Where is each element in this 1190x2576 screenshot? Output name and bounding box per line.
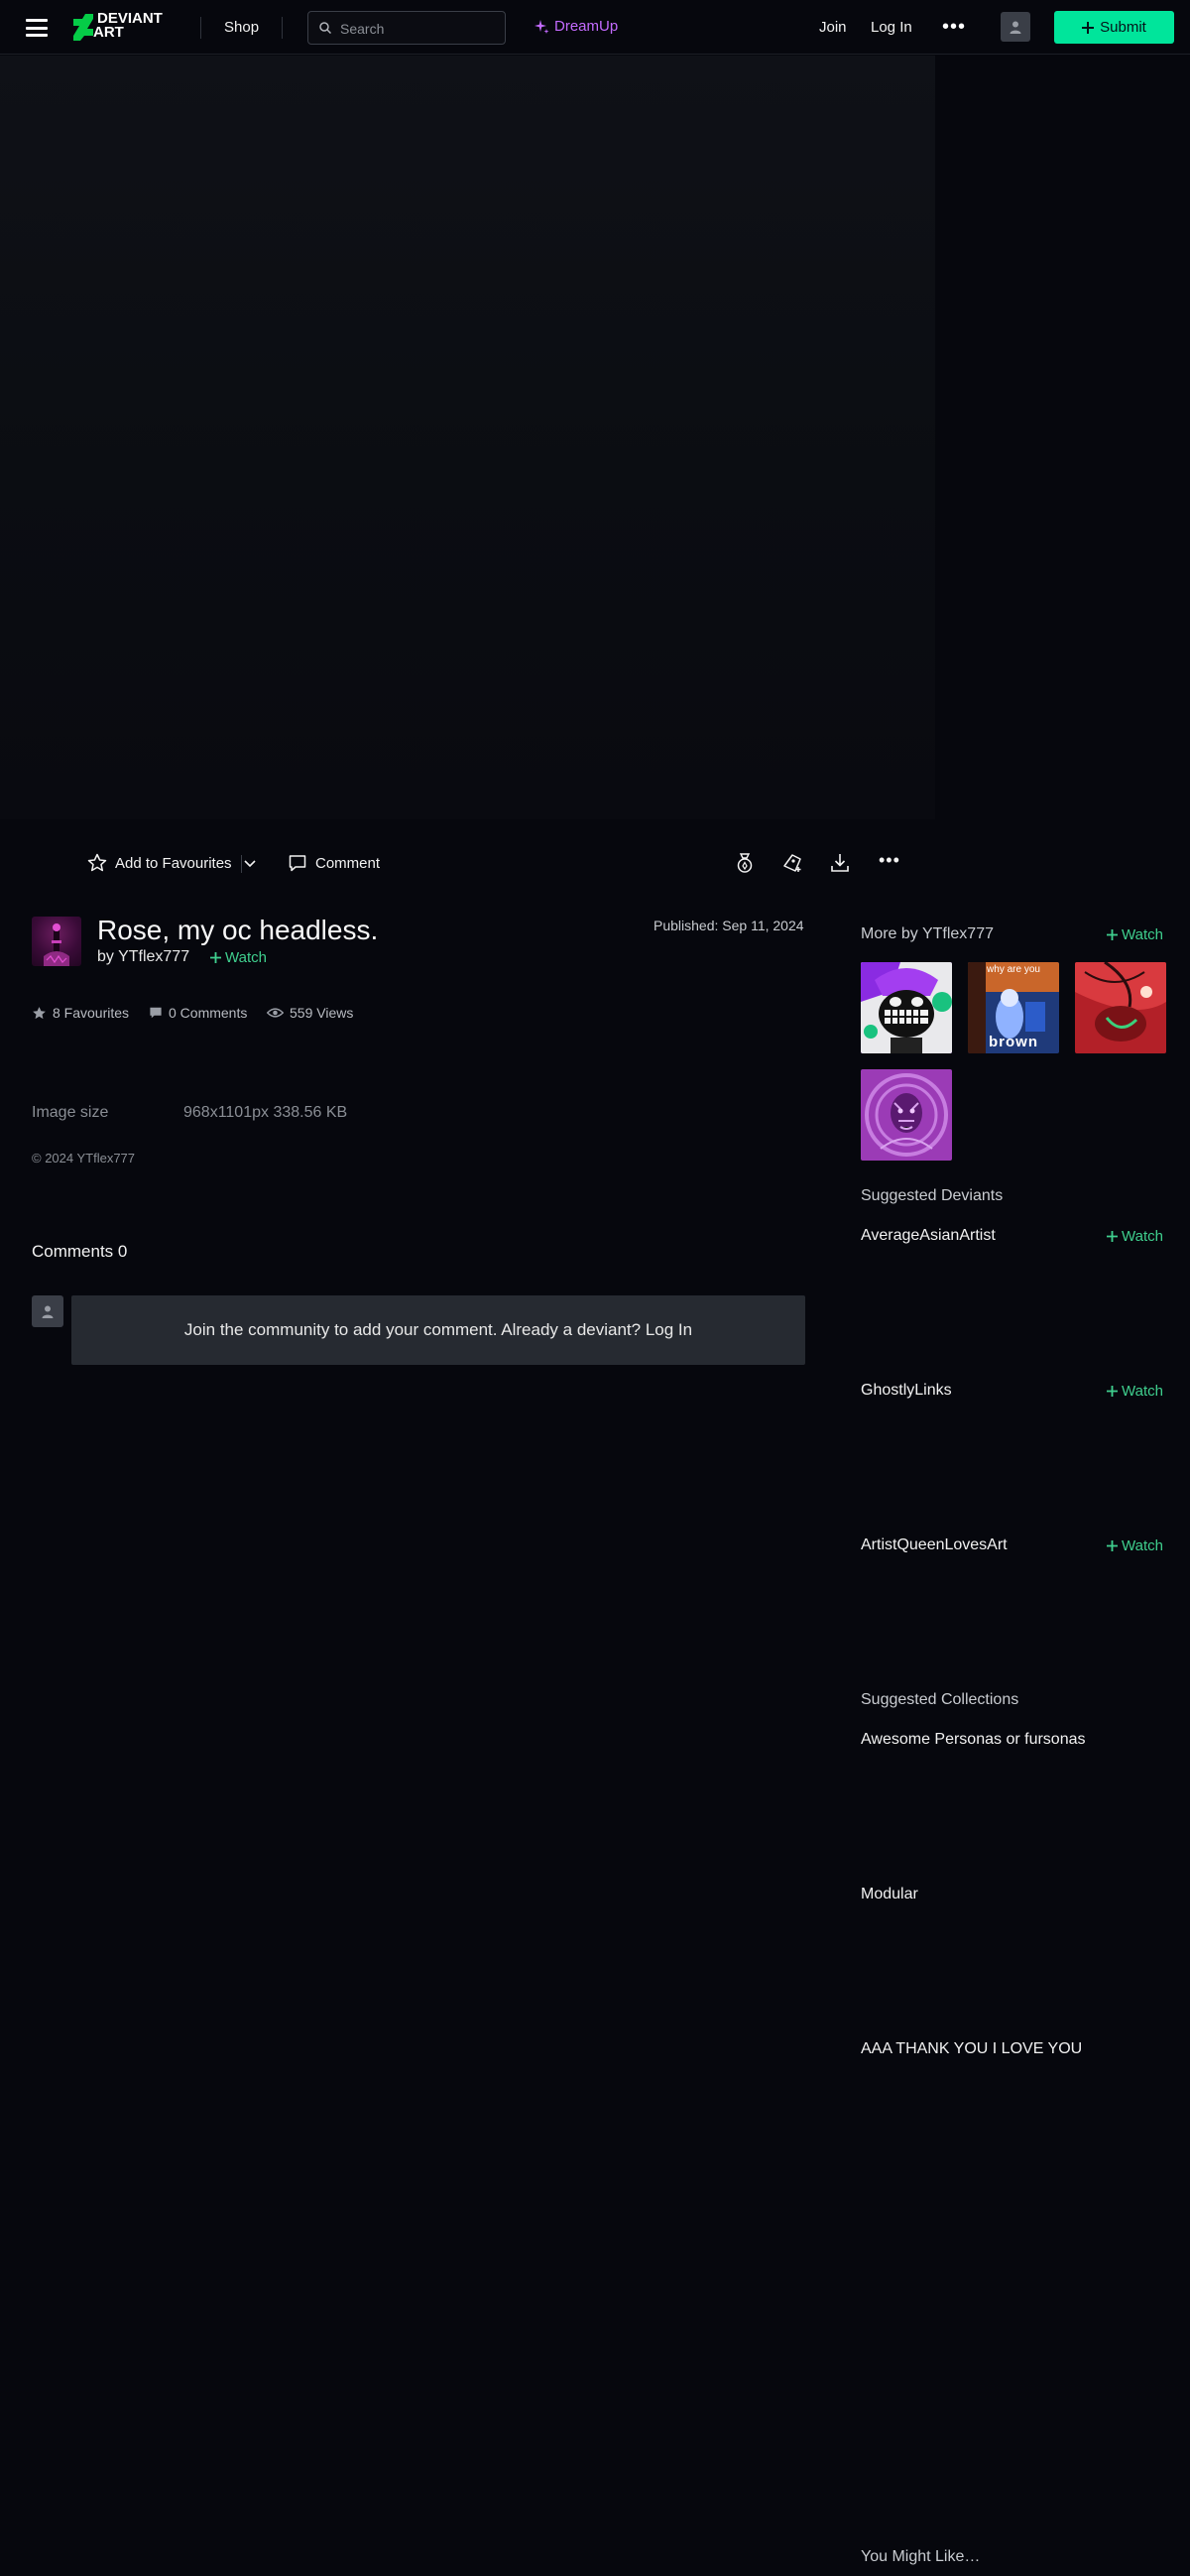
suggested-deviant-name[interactable]: AverageAsianArtist: [861, 1227, 996, 1245]
favourites-dropdown-button[interactable]: [242, 855, 258, 871]
views-count: 559 Views: [267, 1005, 353, 1021]
join-link[interactable]: Join: [819, 19, 847, 36]
author-link[interactable]: YTflex777: [118, 948, 189, 965]
thumbnail-text-top: why are you: [987, 964, 1040, 975]
nav-divider: [282, 17, 283, 39]
author-line: by YTflex777: [97, 948, 189, 966]
plus-icon: [210, 952, 221, 963]
nav-divider: [200, 17, 201, 39]
user-avatar[interactable]: [1001, 12, 1030, 42]
deviantart-logo[interactable]: DEVIANT ART: [73, 11, 178, 44]
suggested-deviant-name[interactable]: ArtistQueenLovesArt: [861, 1536, 1008, 1554]
watch-label: Watch: [1122, 926, 1163, 943]
comment-user-avatar: [32, 1295, 63, 1327]
join-community-prompt[interactable]: Join the community to add your comment. …: [71, 1295, 805, 1365]
user-icon: [42, 1305, 54, 1318]
logo-wordmark: DEVIANT ART: [93, 11, 163, 40]
give-badge-icon[interactable]: [733, 851, 757, 875]
favourites-count[interactable]: 8 Favourites: [32, 1005, 129, 1021]
deviation-title: Rose, my oc headless.: [97, 915, 379, 945]
more-by-thumbnail-3[interactable]: [1075, 962, 1166, 1053]
dreamup-link[interactable]: DreamUp: [534, 18, 618, 35]
search-icon: [319, 22, 331, 34]
sidebar-watch-author-button[interactable]: Watch: [1107, 926, 1163, 943]
more-actions-icon[interactable]: •••: [879, 850, 900, 871]
views-label: 559 Views: [290, 1005, 354, 1021]
comment-label: Comment: [315, 854, 381, 872]
menu-icon[interactable]: [26, 19, 48, 37]
deviantart-mark-icon: [73, 14, 93, 41]
watch-label: Watch: [1122, 1228, 1163, 1245]
add-to-favourites-button[interactable]: Add to Favourites: [87, 848, 232, 878]
shop-link[interactable]: Shop: [224, 19, 259, 36]
watch-label: Watch: [225, 949, 267, 966]
plus-icon: [1082, 21, 1095, 34]
suggested-deviant-name[interactable]: GhostlyLinks: [861, 1382, 952, 1400]
suggested-collection-name[interactable]: AAA THANK YOU I LOVE YOU: [861, 2040, 1082, 2058]
submit-button[interactable]: Submit: [1054, 11, 1174, 44]
image-area-gutter: [935, 56, 1190, 819]
star-outline-icon: [87, 853, 107, 872]
by-prefix: by: [97, 948, 114, 965]
user-icon: [1010, 21, 1021, 34]
comments-heading: Comments 0: [32, 1242, 128, 1261]
image-size-value: 968x1101px 338.56 KB: [183, 1104, 348, 1121]
more-options-icon[interactable]: •••: [942, 16, 966, 39]
give-gift-icon[interactable]: [780, 851, 804, 875]
top-nav-bar: DEVIANT ART Shop Search DreamUp Join Log…: [0, 0, 1190, 55]
suggested-deviant-watch-button[interactable]: Watch: [1107, 1537, 1163, 1554]
star-icon: [33, 1006, 46, 1019]
suggested-collection-name[interactable]: Awesome Personas or fursonas: [861, 1731, 1085, 1749]
login-link[interactable]: Log In: [871, 19, 912, 36]
watch-label: Watch: [1122, 1537, 1163, 1554]
more-by-heading[interactable]: More by YTflex777: [861, 925, 994, 943]
search-placeholder: Search: [340, 21, 385, 37]
published-date: Published: Sep 11, 2024: [654, 918, 804, 933]
watch-author-button[interactable]: Watch: [210, 949, 267, 966]
comment-icon: [150, 1007, 162, 1019]
suggested-deviant-watch-button[interactable]: Watch: [1107, 1228, 1163, 1245]
thumbnail-text-bottom: brown: [989, 1034, 1038, 1050]
you-might-like-heading: You Might Like…: [861, 2548, 981, 2565]
plus-icon: [1107, 1231, 1118, 1242]
search-input[interactable]: Search: [307, 11, 506, 45]
join-community-text: Join the community to add your comment. …: [183, 1320, 693, 1339]
more-by-thumbnail-4[interactable]: [861, 1069, 952, 1161]
plus-icon: [1107, 1540, 1118, 1551]
image-size-label: Image size: [32, 1104, 109, 1121]
more-by-thumbnail-2[interactable]: why are you brown: [968, 962, 1059, 1053]
plus-icon: [1107, 1386, 1118, 1397]
more-by-thumbnail-1[interactable]: [861, 962, 952, 1053]
logo-line-2: ART: [93, 24, 124, 41]
comment-icon: [289, 855, 306, 872]
chevron-down-icon: [244, 860, 256, 868]
author-avatar-image: [44, 923, 69, 966]
suggested-collections-heading: Suggested Collections: [861, 1691, 1019, 1708]
suggested-deviant-watch-button[interactable]: Watch: [1107, 1383, 1163, 1400]
comments-count[interactable]: 0 Comments: [149, 1005, 247, 1021]
eye-icon: [267, 1008, 284, 1018]
suggested-deviants-heading: Suggested Deviants: [861, 1187, 1004, 1204]
favourites-label: 8 Favourites: [53, 1005, 130, 1021]
comments-label: 0 Comments: [169, 1005, 248, 1021]
add-to-favourites-label: Add to Favourites: [115, 854, 232, 872]
download-icon[interactable]: [828, 851, 852, 875]
author-avatar[interactable]: [32, 917, 81, 966]
dreamup-label: DreamUp: [554, 18, 619, 35]
suggested-collection-name[interactable]: Modular: [861, 1886, 918, 1903]
watch-label: Watch: [1122, 1383, 1163, 1400]
submit-label: Submit: [1100, 19, 1146, 36]
comment-button[interactable]: Comment: [288, 848, 380, 878]
deviation-image-area[interactable]: [0, 56, 935, 819]
sparkle-icon: [535, 19, 549, 34]
plus-icon: [1107, 929, 1118, 940]
copyright-notice: © 2024 YTflex777: [32, 1151, 136, 1165]
